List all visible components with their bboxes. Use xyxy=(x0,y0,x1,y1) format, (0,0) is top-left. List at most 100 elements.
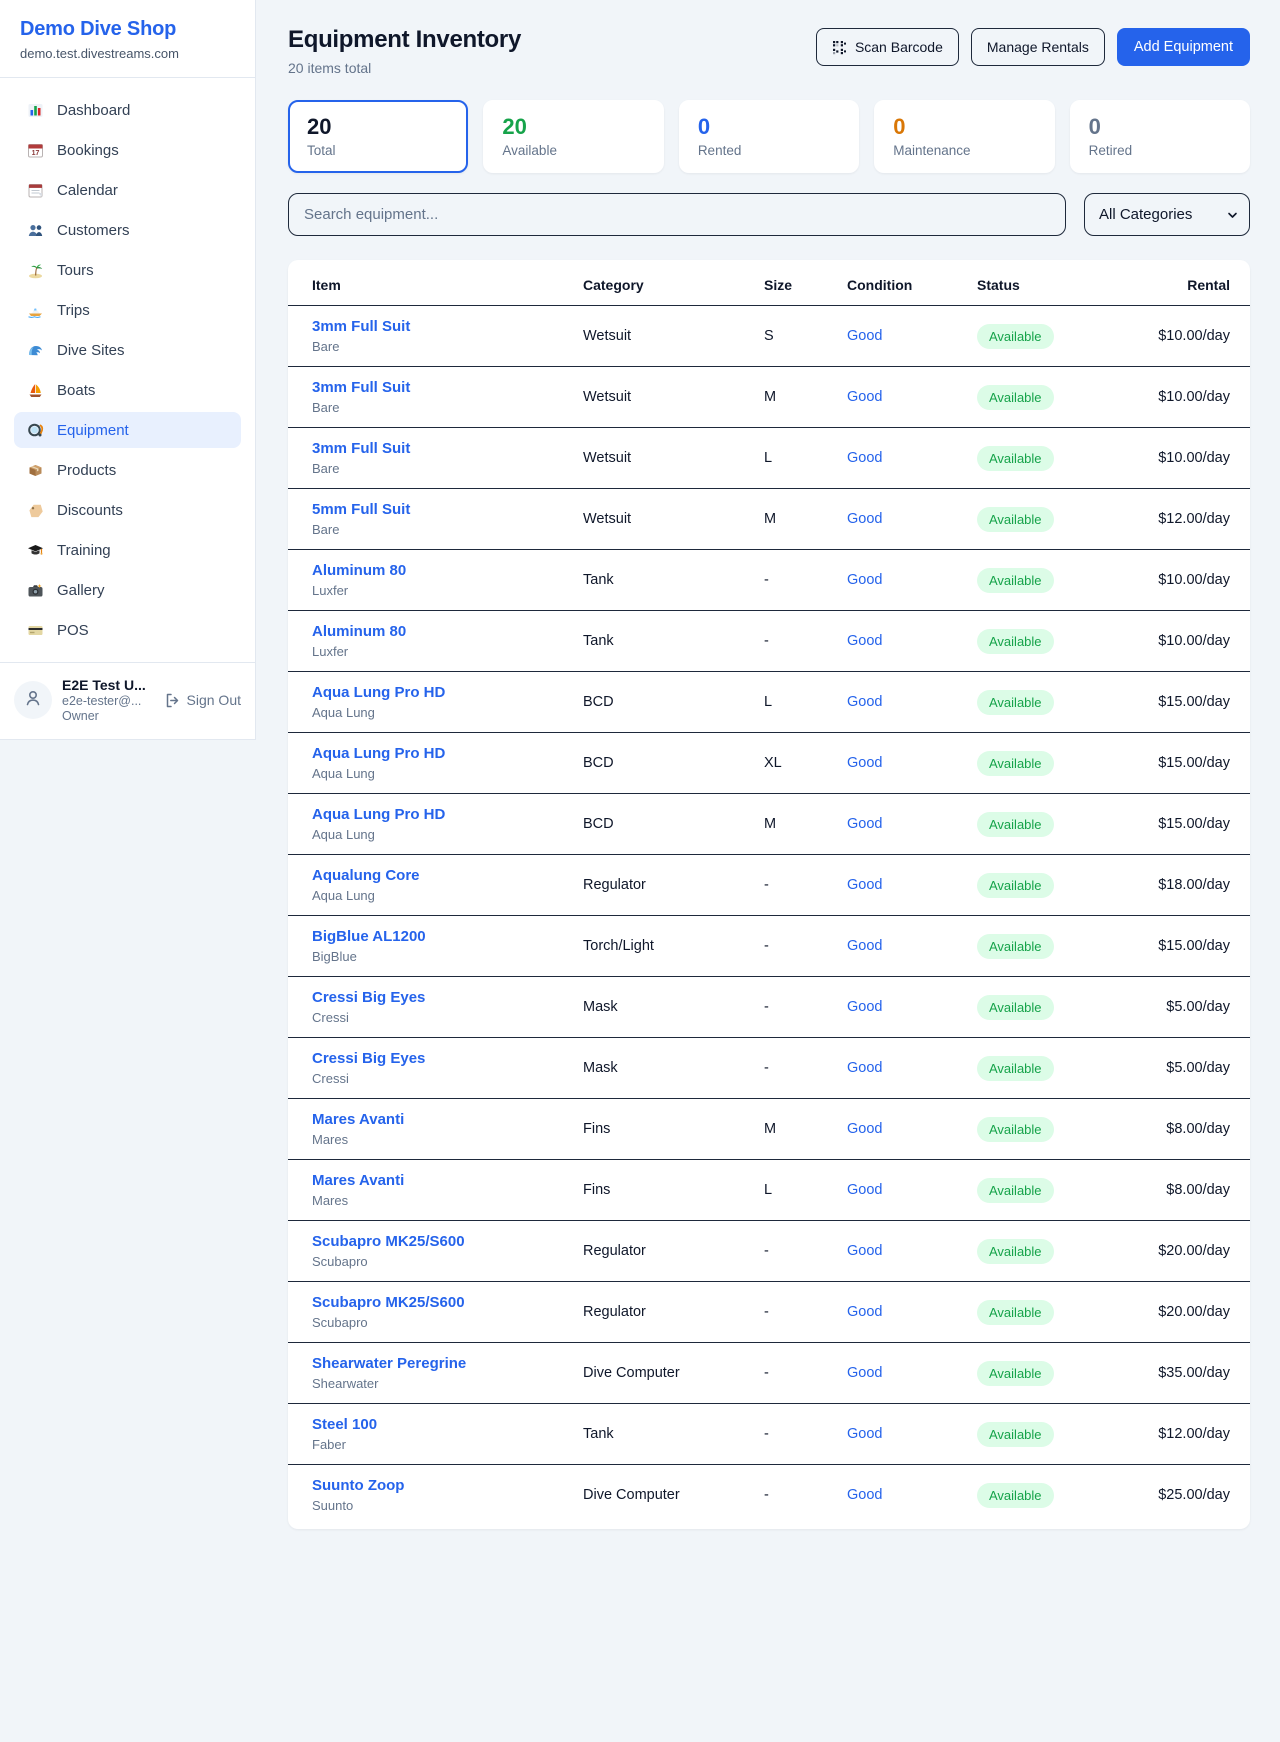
sidebar-item-gallery[interactable]: Gallery xyxy=(14,572,241,608)
condition-link[interactable]: Good xyxy=(847,611,977,672)
sidebar-item-equipment[interactable]: Equipment xyxy=(14,412,241,448)
sidebar-item-boats[interactable]: Boats xyxy=(14,372,241,408)
item-name-link[interactable]: Aqua Lung Pro HD xyxy=(312,806,583,823)
condition-link[interactable]: Good xyxy=(847,1038,977,1099)
condition-link[interactable]: Good xyxy=(847,1099,977,1160)
condition-link[interactable]: Good xyxy=(847,916,977,977)
table-row: 3mm Full SuitBareWetsuitLGoodAvailable$1… xyxy=(288,428,1250,489)
item-name-link[interactable]: Aluminum 80 xyxy=(312,562,583,579)
item-name-link[interactable]: Steel 100 xyxy=(312,1416,583,1433)
condition-link[interactable]: Good xyxy=(847,489,977,550)
item-name-link[interactable]: Cressi Big Eyes xyxy=(312,1050,583,1067)
category-cell: Wetsuit xyxy=(583,367,764,428)
rental-cell: $10.00/day xyxy=(1129,611,1250,672)
stat-card-rented[interactable]: 0Rented xyxy=(679,100,859,173)
condition-link[interactable]: Good xyxy=(847,672,977,733)
size-cell: M xyxy=(764,1099,847,1160)
condition-link[interactable]: Good xyxy=(847,1282,977,1343)
item-name-link[interactable]: Suunto Zoop xyxy=(312,1477,583,1494)
condition-link[interactable]: Good xyxy=(847,428,977,489)
item-name-link[interactable]: Aqua Lung Pro HD xyxy=(312,684,583,701)
item-brand: Shearwater xyxy=(312,1376,583,1391)
condition-link[interactable]: Good xyxy=(847,855,977,916)
rental-cell: $20.00/day xyxy=(1129,1282,1250,1343)
stat-card-maintenance[interactable]: 0Maintenance xyxy=(874,100,1054,173)
item-name-link[interactable]: 5mm Full Suit xyxy=(312,501,583,518)
condition-link[interactable]: Good xyxy=(847,1343,977,1404)
condition-link[interactable]: Good xyxy=(847,1404,977,1465)
stat-card-total[interactable]: 20Total xyxy=(288,100,468,173)
condition-link[interactable]: Good xyxy=(847,1160,977,1221)
condition-link[interactable]: Good xyxy=(847,306,977,367)
status-badge: Available xyxy=(977,1422,1054,1447)
column-header-size: Size xyxy=(764,260,847,306)
status-badge: Available xyxy=(977,446,1054,471)
sidebar-item-customers[interactable]: Customers xyxy=(14,212,241,248)
bar-chart-icon xyxy=(26,101,44,119)
item-name-link[interactable]: Cressi Big Eyes xyxy=(312,989,583,1006)
manage-rentals-button[interactable]: Manage Rentals xyxy=(971,28,1105,66)
status-cell: Available xyxy=(977,611,1129,672)
item-cell: Aqua Lung Pro HDAqua Lung xyxy=(288,672,583,733)
table-row: BigBlue AL1200BigBlueTorch/Light-GoodAva… xyxy=(288,916,1250,977)
rental-cell: $25.00/day xyxy=(1129,1465,1250,1526)
condition-link[interactable]: Good xyxy=(847,550,977,611)
sidebar-item-dive-sites[interactable]: Dive Sites xyxy=(14,332,241,368)
item-name-link[interactable]: 3mm Full Suit xyxy=(312,318,583,335)
size-cell: S xyxy=(764,306,847,367)
item-name-link[interactable]: 3mm Full Suit xyxy=(312,440,583,457)
page-header: Equipment Inventory 20 items total Scan … xyxy=(288,26,1250,76)
item-brand: Bare xyxy=(312,400,583,415)
item-brand: Scubapro xyxy=(312,1315,583,1330)
condition-link[interactable]: Good xyxy=(847,977,977,1038)
status-badge: Available xyxy=(977,934,1054,959)
category-cell: Tank xyxy=(583,1404,764,1465)
status-cell: Available xyxy=(977,855,1129,916)
stat-card-retired[interactable]: 0Retired xyxy=(1070,100,1250,173)
status-badge: Available xyxy=(977,1178,1054,1203)
sidebar-item-discounts[interactable]: Discounts xyxy=(14,492,241,528)
palm-island-icon xyxy=(26,261,44,279)
item-name-link[interactable]: Aluminum 80 xyxy=(312,623,583,640)
item-name-link[interactable]: BigBlue AL1200 xyxy=(312,928,583,945)
item-name-link[interactable]: Aqualung Core xyxy=(312,867,583,884)
sidebar-item-dashboard[interactable]: Dashboard xyxy=(14,92,241,128)
category-select[interactable]: All Categories xyxy=(1084,193,1250,236)
item-name-link[interactable]: Mares Avanti xyxy=(312,1111,583,1128)
sidebar-item-tours[interactable]: Tours xyxy=(14,252,241,288)
sidebar-item-calendar[interactable]: Calendar xyxy=(14,172,241,208)
item-name-link[interactable]: Shearwater Peregrine xyxy=(312,1355,583,1372)
sign-out-button[interactable]: Sign Out xyxy=(164,692,241,709)
sidebar-item-pos[interactable]: POS xyxy=(14,612,241,648)
condition-link[interactable]: Good xyxy=(847,1465,977,1526)
add-equipment-label: Add Equipment xyxy=(1134,39,1233,55)
stat-card-available[interactable]: 20Available xyxy=(483,100,663,173)
add-equipment-button[interactable]: Add Equipment xyxy=(1117,28,1250,66)
avatar xyxy=(14,681,52,719)
item-brand: Bare xyxy=(312,461,583,476)
column-header-item: Item xyxy=(288,260,583,306)
status-badge: Available xyxy=(977,1300,1054,1325)
category-cell: Mask xyxy=(583,977,764,1038)
item-name-link[interactable]: Scubapro MK25/S600 xyxy=(312,1294,583,1311)
item-name-link[interactable]: 3mm Full Suit xyxy=(312,379,583,396)
rental-cell: $35.00/day xyxy=(1129,1343,1250,1404)
scan-barcode-button[interactable]: Scan Barcode xyxy=(816,28,959,66)
table-row: Cressi Big EyesCressiMask-GoodAvailable$… xyxy=(288,1038,1250,1099)
item-name-link[interactable]: Scubapro MK25/S600 xyxy=(312,1233,583,1250)
sidebar: Demo Dive Shop demo.test.divestreams.com… xyxy=(0,0,256,740)
condition-link[interactable]: Good xyxy=(847,1221,977,1282)
condition-link[interactable]: Good xyxy=(847,733,977,794)
item-name-link[interactable]: Mares Avanti xyxy=(312,1172,583,1189)
sidebar-item-bookings[interactable]: 17Bookings xyxy=(14,132,241,168)
condition-link[interactable]: Good xyxy=(847,367,977,428)
package-icon xyxy=(26,461,44,479)
sidebar-item-products[interactable]: Products xyxy=(14,452,241,488)
sidebar-item-trips[interactable]: Trips xyxy=(14,292,241,328)
sidebar-item-training[interactable]: Training xyxy=(14,532,241,568)
item-name-link[interactable]: Aqua Lung Pro HD xyxy=(312,745,583,762)
condition-link[interactable]: Good xyxy=(847,794,977,855)
category-cell: Regulator xyxy=(583,855,764,916)
column-header-status: Status xyxy=(977,260,1129,306)
search-input[interactable] xyxy=(288,193,1066,236)
